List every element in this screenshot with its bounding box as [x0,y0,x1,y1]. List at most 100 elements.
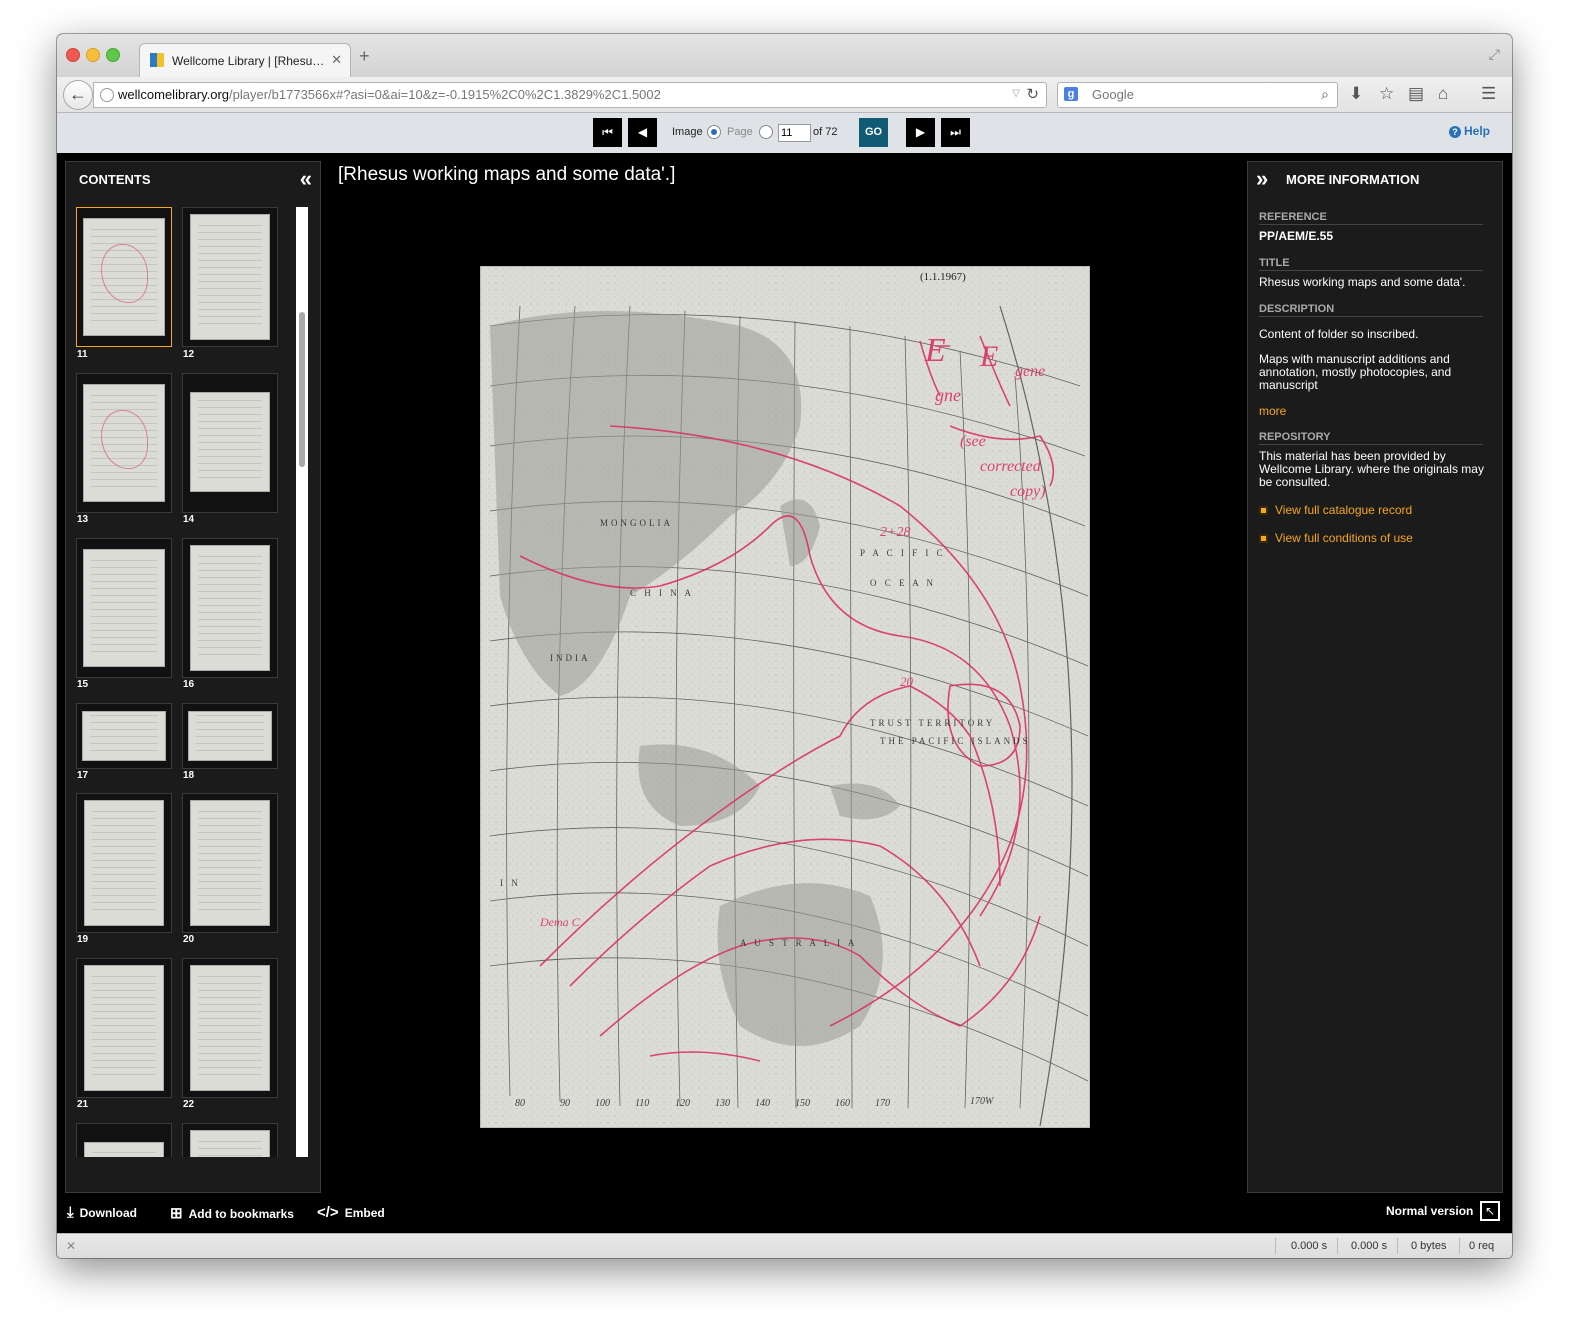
status-time-2: 0.000 s [1351,1240,1388,1252]
help-link[interactable]: ? Help [1448,124,1490,138]
svg-text:(see: (see [960,433,986,450]
fullscreen-icon[interactable]: ⤢ [1489,46,1500,63]
map-image[interactable]: E E gne gene (see corrected copy) 2+28 D… [480,266,1090,1128]
add-to-bookmarks-label: Add to bookmarks [188,1207,294,1221]
image-mode-radio[interactable] [707,125,721,139]
svg-text:C H I N A: C H I N A [630,588,694,598]
reading-list-icon[interactable]: ▤ [1408,85,1424,103]
thumbnail-11[interactable] [76,207,172,347]
thumbnail-number: 15 [77,679,89,690]
thumbnail-15[interactable] [76,538,172,678]
svg-text:2+28: 2+28 [880,525,910,540]
embed-code-icon: </> [317,1204,339,1221]
description-label: DESCRIPTION [1259,303,1483,317]
tab-close-icon[interactable]: ✕ [331,52,342,68]
repository-value: This material has been provided by Wellc… [1259,449,1484,489]
navigation-bar: ← wellcomelibrary.org/player/b1773566x#?… [57,77,1512,113]
thumbnail-21[interactable] [76,958,172,1098]
window-close-button[interactable] [66,48,80,62]
first-page-button[interactable]: ⏮ [593,118,622,147]
thumbnail-14[interactable] [182,373,278,513]
url-path: /player/b1773566x#?asi=0&ai=10&z=-0.1915… [229,87,661,102]
scrollbar-thumb[interactable] [299,312,305,467]
thumbnail-number: 19 [77,934,89,945]
window-maximize-button[interactable] [106,48,120,62]
download-arrow-icon[interactable]: ⬇ [1349,85,1363,103]
page-number-input[interactable] [778,124,811,142]
svg-text:170: 170 [875,1098,890,1109]
page-mode-radio[interactable] [759,125,773,139]
view-conditions-of-use-link[interactable]: View full conditions of use [1259,531,1413,545]
repository-label: REPOSITORY [1259,431,1483,445]
tab-bar: Wellcome Library | [Rhesu… ✕ + ⤢ [57,34,1512,78]
thumbnail-number: 11 [77,349,88,360]
thumbnail-scrollbar[interactable] [296,207,308,1157]
thumbnail-16[interactable] [182,538,278,678]
normal-version-link[interactable]: Normal version [1386,1204,1473,1218]
menu-icon[interactable]: ☰ [1481,85,1496,103]
next-page-button[interactable]: ▶ [906,118,935,147]
description-text-2: Maps with manuscript additions and annot… [1259,352,1452,392]
thumbnail-12[interactable] [182,207,278,347]
status-separator [1275,1238,1276,1254]
svg-text:100: 100 [595,1098,610,1109]
thumbnail-20[interactable] [182,793,278,933]
thumbnail-13[interactable] [76,373,172,513]
browser-window: Wellcome Library | [Rhesu… ✕ + ⤢ ← wellc… [57,34,1512,1258]
external-link-icon [1259,534,1268,543]
google-icon[interactable]: g [1064,87,1078,101]
url-dropdown-icon[interactable]: ▽ [1012,88,1020,99]
url-bar[interactable]: wellcomelibrary.org/player/b1773566x#?as… [93,82,1047,108]
status-close-icon[interactable]: ✕ [66,1239,76,1253]
thumbnail-24[interactable] [182,1123,278,1157]
status-separator [1337,1238,1338,1254]
thumbnail-22[interactable] [182,958,278,1098]
new-tab-icon[interactable]: + [359,47,370,65]
search-input[interactable]: Google [1092,87,1134,102]
go-button[interactable]: GO [859,118,888,147]
svg-text:90: 90 [560,1098,570,1109]
previous-page-button[interactable]: ◀ [628,118,657,147]
thumbnail-number: 17 [77,770,89,781]
svg-text:I N: I N [500,878,521,888]
svg-text:110: 110 [635,1098,649,1109]
download-icon: ⤓ [67,1204,74,1221]
window-minimize-button[interactable] [86,48,100,62]
back-button[interactable]: ← [63,80,93,110]
svg-text:THE PACIFIC ISLANDS: THE PACIFIC ISLANDS [880,736,1031,746]
collapse-left-icon[interactable]: « [300,166,312,192]
thumbnail-23[interactable] [76,1123,172,1157]
search-bar[interactable]: g Google ⌕ [1057,82,1338,108]
bookmark-star-icon[interactable]: ☆ [1379,85,1394,103]
url-host: wellcomelibrary.org [118,87,230,102]
home-icon[interactable]: ⌂ [1438,85,1448,103]
svg-text:80: 80 [515,1098,525,1109]
status-bytes: 0 bytes [1411,1240,1447,1252]
download-button[interactable]: ⤓ Download [67,1204,137,1221]
svg-text:P A C I F I C: P A C I F I C [860,548,946,558]
more-information-panel: » MORE INFORMATION REFERENCE PP/AEM/E.55… [1247,161,1503,1193]
thumbnail-number: 16 [183,679,195,690]
search-icon[interactable]: ⌕ [1321,86,1329,103]
thumbnail-18[interactable] [182,703,278,769]
thumbnail-19[interactable] [76,793,172,933]
browser-tab[interactable]: Wellcome Library | [Rhesu… ✕ [139,43,351,78]
url-text: wellcomelibrary.org/player/b1773566x#?as… [118,87,661,102]
status-time-1: 0.000 s [1291,1240,1328,1252]
embed-button[interactable]: </> Embed [317,1204,385,1221]
image-mode-label: Image [672,126,703,138]
expand-right-icon[interactable]: » [1256,166,1268,192]
thumbnail-list[interactable]: 11 12 13 14 15 16 17 18 19 20 21 22 [66,207,286,1157]
view-catalogue-record-link[interactable]: View full catalogue record [1259,503,1412,517]
more-link[interactable]: more [1259,404,1286,418]
thumbnail-17[interactable] [76,703,172,769]
svg-text:TRUST TERRITORY: TRUST TERRITORY [870,718,995,728]
normal-version-icon[interactable]: ↖ [1480,1201,1500,1221]
svg-text:copy): copy) [1010,483,1046,500]
svg-text:150: 150 [795,1098,810,1109]
add-to-bookmarks-button[interactable]: ⊞ Add to bookmarks [170,1204,294,1222]
thumbnail-number: 20 [183,934,195,945]
svg-text:170W: 170W [970,1096,995,1107]
reload-icon[interactable]: ↻ [1026,85,1039,103]
last-page-button[interactable]: ⏭ [941,118,970,147]
